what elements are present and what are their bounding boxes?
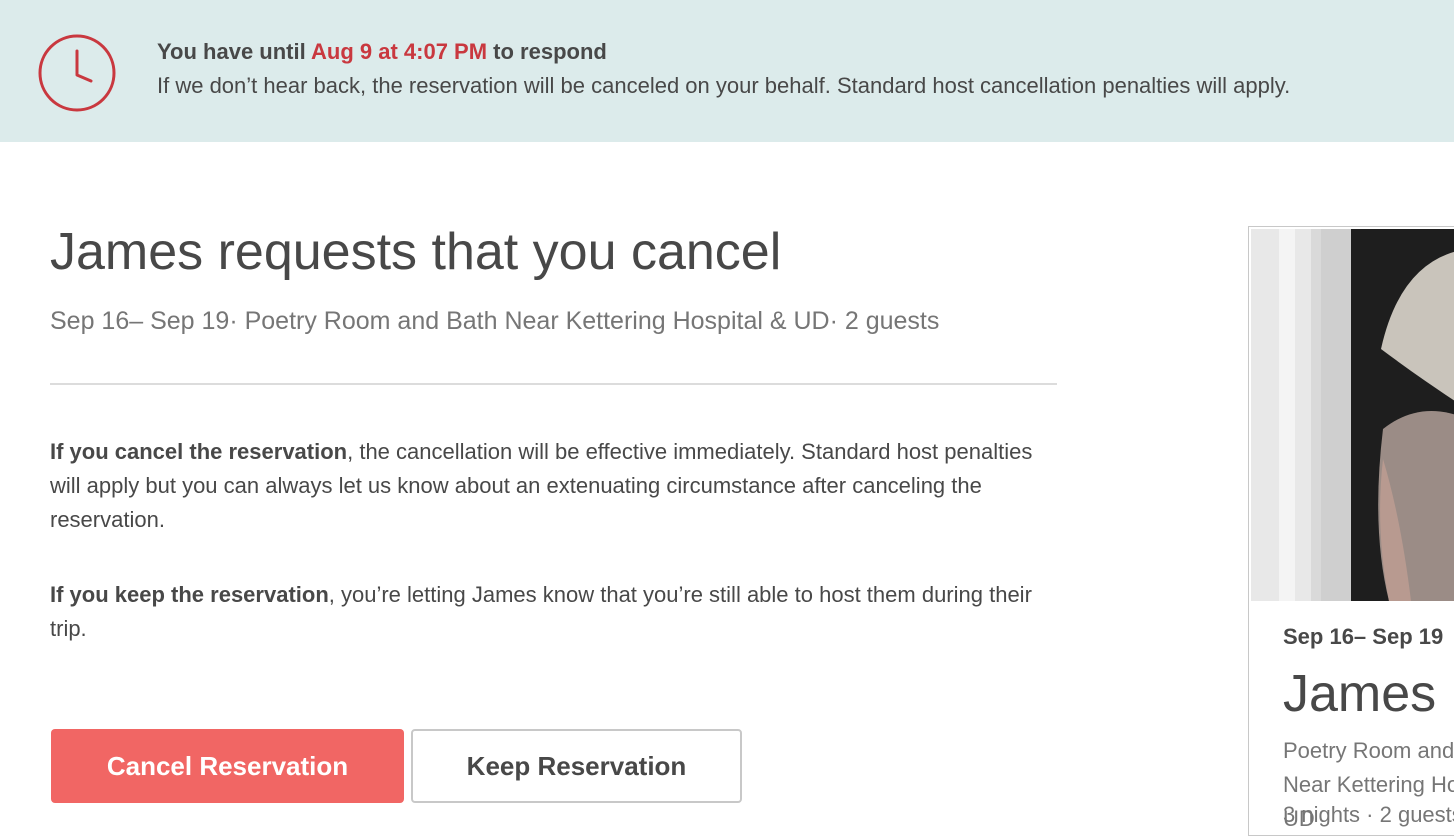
deadline-prefix: You have until	[157, 39, 312, 64]
reservation-summary: Sep 16– Sep 19· Poetry Room and Bath Nea…	[50, 307, 940, 335]
section-divider	[50, 383, 1057, 385]
keep-explanation: If you keep the reservation, you’re lett…	[50, 578, 1060, 646]
deadline-heading: You have until Aug 9 at 4:07 PM to respo…	[157, 39, 607, 65]
deadline-suffix: to respond	[487, 39, 607, 64]
guest-name: James	[1283, 665, 1437, 723]
cancel-explanation-bold: If you cancel the reservation	[50, 439, 348, 464]
stay-details: 3 nights · 2 guests	[1283, 802, 1454, 827]
cancel-explanation: If you cancel the reservation, the cance…	[50, 435, 1060, 537]
cancel-reservation-button[interactable]: Cancel Reservation	[51, 729, 404, 803]
clock-icon	[38, 34, 116, 112]
card-dates: Sep 16– Sep 19	[1283, 624, 1444, 649]
guest-photo	[1251, 229, 1454, 601]
deadline-message: If we don’t hear back, the reservation w…	[157, 73, 1291, 98]
response-deadline-banner: You have until Aug 9 at 4:07 PM to respo…	[0, 0, 1454, 142]
deadline-time: Aug 9 at 4:07 PM	[311, 39, 488, 64]
keep-explanation-bold: If you keep the reservation	[50, 582, 329, 607]
keep-reservation-button[interactable]: Keep Reservation	[411, 729, 742, 803]
page-title: James requests that you cancel	[50, 223, 782, 281]
reservation-card: Sep 16– Sep 19 James Poetry Room and Bat…	[1248, 226, 1454, 836]
